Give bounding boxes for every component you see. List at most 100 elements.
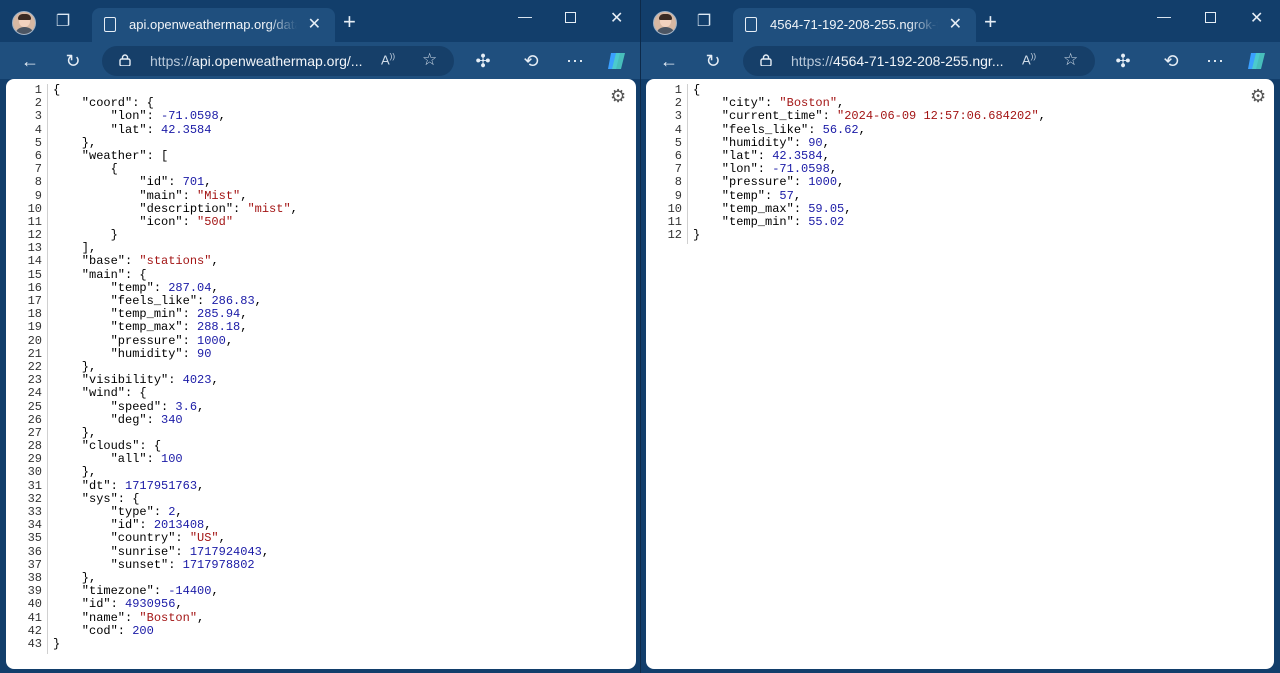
json-token: ], [53, 241, 97, 256]
json-token: } [53, 636, 61, 651]
read-aloud-icon[interactable]: A)) [381, 52, 395, 67]
number-token: 701 [182, 175, 205, 190]
json-token: "id": [53, 597, 126, 612]
profile-avatar[interactable] [653, 11, 677, 35]
json-token: , [858, 122, 866, 137]
extensions-icon[interactable]: ✣ [1111, 49, 1135, 73]
number-token: 55.02 [808, 214, 845, 229]
number-token: 42.3584 [772, 148, 823, 163]
number-token: 1717978802 [182, 557, 255, 572]
back-arrow-icon[interactable]: ← [657, 49, 681, 73]
refresh-icon[interactable]: ↻ [701, 49, 725, 73]
number-token: 1000 [197, 333, 226, 348]
line-number: 35 [27, 531, 42, 546]
json-token: "coord": { [53, 96, 154, 111]
number-token: 286.83 [211, 294, 255, 308]
json-token: "pressure": [53, 333, 198, 348]
url-text: https://4564-71-192-208-255.ngr... [791, 53, 1004, 69]
json-token: "sunset": [53, 557, 183, 572]
line-number: 10 [27, 201, 42, 216]
string-token: "50d" [197, 214, 234, 229]
number-token: 285.94 [197, 307, 241, 322]
json-token: "current_time": [693, 109, 838, 124]
address-bar[interactable]: https://4564-71-192-208-255.ngr... A)) ☆ [743, 46, 1095, 76]
json-token: "city": [693, 96, 780, 111]
line-number: 30 [27, 465, 42, 480]
more-icon[interactable]: ⋯ [563, 49, 587, 73]
number-token: 90 [808, 135, 823, 150]
close-window-button[interactable]: ✕ [610, 8, 623, 28]
new-tab-button[interactable]: + [984, 11, 997, 33]
json-token: , [240, 307, 248, 322]
page-content[interactable]: ⚙ 1 2 3 4 5 6 7 8 9 10 11 12 13 14 15 16 17 18 19 20 21 22 23 2… [6, 79, 636, 669]
number-token: 100 [161, 452, 183, 467]
line-number: 41 [27, 610, 42, 625]
history-icon[interactable]: ⟲ [519, 49, 543, 73]
json-token: "dt": [53, 478, 126, 493]
new-tab-button[interactable]: + [343, 11, 356, 33]
address-bar[interactable]: https://api.openweathermap.org/... A)) ☆ [102, 46, 454, 76]
close-tab-icon[interactable]: ✕ [949, 14, 962, 34]
json-token: "main": { [53, 267, 147, 282]
browser-tab-active[interactable]: 4564-71-192-208-255.ngrok-free.app/weath… [733, 8, 976, 42]
json-token: "country": [53, 531, 190, 546]
json-token: "lon": [53, 109, 162, 124]
json-token: "temp_min": [693, 214, 809, 229]
line-numbers: 1 2 3 4 5 6 7 8 9 10 11 12 13 14 15 16 17 18 19 20 21 22 23 24 2… [6, 83, 42, 651]
json-source: { "city": "Boston", "current_time": "202… [693, 83, 1046, 243]
json-token: , [290, 201, 298, 216]
number-token: 3.6 [175, 399, 198, 414]
string-token: "Boston" [139, 610, 198, 625]
json-token: , [175, 597, 183, 612]
json-token: "icon": [53, 214, 198, 229]
browser-tab-active[interactable]: api.openweathermap.org/data/2.5/weather?… [92, 8, 335, 42]
navigation-toolbar: ← ↻ https://api.openweathermap.org/... A… [0, 42, 640, 79]
json-token: }, [53, 359, 97, 374]
extensions-icon[interactable]: ✣ [471, 49, 495, 73]
profile-avatar[interactable] [12, 11, 36, 35]
close-window-button[interactable]: ✕ [1250, 8, 1263, 28]
code-line: } [693, 228, 1046, 243]
number-token: -14400 [168, 584, 212, 599]
json-token: , [225, 333, 234, 348]
maximize-button[interactable] [1205, 9, 1216, 23]
page-content[interactable]: ⚙ 1 2 3 4 5 6 7 8 9 10 11 12 { "city": "Boston", "c… [646, 79, 1274, 669]
star-icon[interactable]: ☆ [422, 50, 437, 70]
json-token: } [693, 228, 701, 243]
json-token: "feels_like": [693, 122, 823, 137]
string-token: "2024-06-09 12:57:06.684202" [837, 109, 1039, 124]
gear-icon[interactable]: ⚙ [1250, 86, 1266, 107]
json-token: , [829, 162, 838, 177]
line-number: 14 [27, 254, 42, 269]
line-number: 9 [674, 188, 682, 203]
json-token: "id": [53, 175, 183, 190]
copilot-icon[interactable] [606, 51, 628, 71]
url-text: https://api.openweathermap.org/... [150, 53, 363, 69]
number-token: 57 [779, 188, 794, 203]
line-number: 3 [674, 109, 682, 124]
copilot-icon[interactable] [1246, 51, 1268, 71]
refresh-icon[interactable]: ↻ [61, 49, 85, 73]
json-token: , [175, 505, 183, 519]
number-token: 90 [197, 346, 212, 361]
minimize-button[interactable]: — [518, 8, 532, 24]
line-number: 42 [27, 623, 42, 638]
star-icon[interactable]: ☆ [1063, 50, 1078, 70]
close-tab-icon[interactable]: ✕ [308, 14, 321, 34]
back-arrow-icon[interactable]: ← [18, 49, 42, 73]
json-token: , [837, 96, 845, 111]
workspaces-icon[interactable]: ❐ [693, 11, 715, 33]
number-token: 42.3584 [161, 122, 212, 137]
lock-icon[interactable] [119, 54, 131, 66]
gear-icon[interactable]: ⚙ [610, 86, 626, 107]
more-icon[interactable]: ⋯ [1203, 49, 1227, 73]
history-icon[interactable]: ⟲ [1159, 49, 1183, 73]
read-aloud-icon[interactable]: A)) [1022, 52, 1036, 67]
workspaces-icon[interactable]: ❐ [52, 11, 74, 33]
line-number: 4 [34, 122, 42, 137]
minimize-button[interactable]: — [1157, 8, 1171, 24]
number-token: 2013408 [153, 518, 205, 533]
maximize-button[interactable] [565, 9, 576, 23]
json-token: "visibility": [53, 373, 183, 388]
lock-icon[interactable] [760, 54, 772, 66]
